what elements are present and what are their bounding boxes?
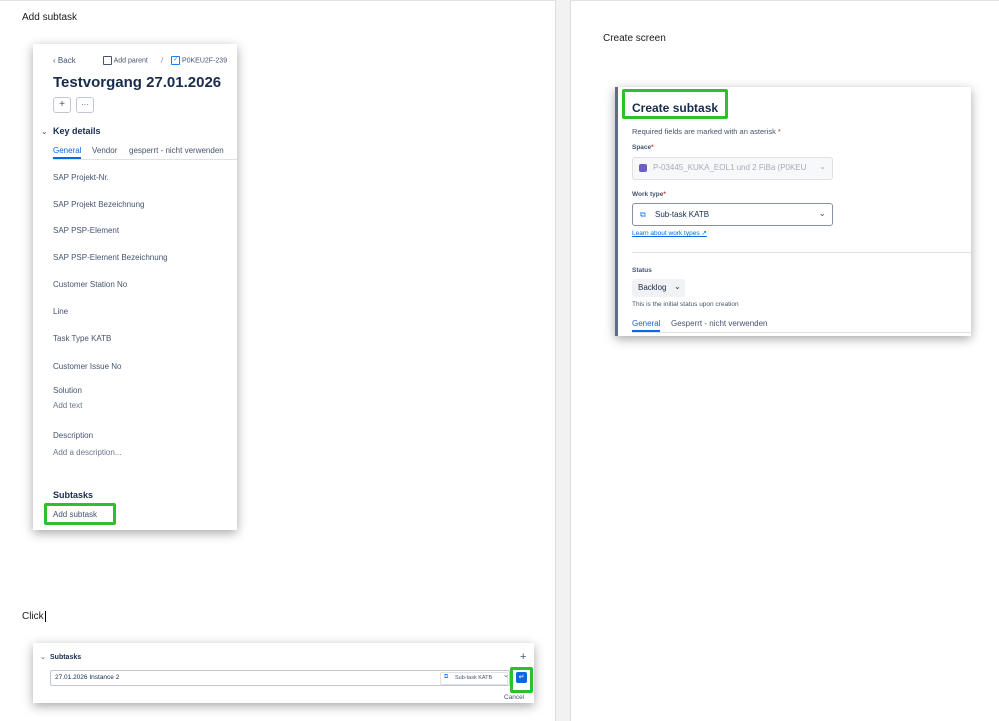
field-sap-projekt-bezeichnung[interactable]: SAP Projekt Bezeichnung — [53, 200, 144, 209]
add-subtask-icon[interactable]: + — [520, 651, 526, 663]
subtasks-heading: Subtasks — [50, 654, 82, 661]
inline-subtask-create: ⌄ Subtasks + 27.01.2026 Instance 2 ⧉ Sub… — [33, 643, 534, 703]
field-task-type-katb[interactable]: Task Type KATB — [53, 334, 111, 343]
description-label: Description — [53, 431, 94, 440]
status-label: Status — [632, 267, 652, 274]
space-avatar-icon — [639, 164, 647, 172]
add-button[interactable]: + — [53, 97, 71, 113]
tabs-divider — [53, 159, 237, 160]
field-sap-psp-element[interactable]: SAP PSP-Element — [53, 226, 119, 235]
chevron-down-icon: ⌄ — [818, 208, 826, 218]
back-button[interactable]: ‹ Back — [53, 56, 76, 65]
highlight-create-subtask — [622, 89, 728, 119]
caption-create-screen: Create screen — [603, 33, 666, 44]
more-button[interactable]: ··· — [76, 97, 94, 113]
key-details-heading[interactable]: Key details — [53, 126, 101, 136]
learn-work-types-link[interactable]: Learn about work types ↗ — [632, 229, 707, 237]
status-button[interactable]: Backlog ⌄ — [632, 279, 685, 297]
modal-left-edge — [615, 87, 618, 336]
checkbox-icon: ✓ — [171, 56, 180, 65]
space-select[interactable]: P-03445_KUKA_EOL1 und 2 FiBa (P0KEU ⌄ — [632, 157, 833, 180]
chevron-down-icon: ⌄ — [674, 282, 681, 291]
chevron-down-icon[interactable]: ⌄ — [40, 653, 46, 661]
solution-label: Solution — [53, 386, 82, 395]
tab-general[interactable]: General — [632, 319, 661, 332]
tab-gesperrt[interactable]: gesperrt - nicht verwenden — [129, 146, 224, 155]
tab-vendor[interactable]: Vendor — [92, 146, 117, 155]
issue-title[interactable]: Testvorgang 27.01.2026 — [53, 74, 221, 91]
subtask-icon: ⧉ — [444, 674, 449, 680]
highlight-add-subtask — [44, 503, 116, 525]
create-subtask-modal: Create subtask Required fields are marke… — [615, 87, 971, 336]
field-customer-station-no[interactable]: Customer Station No — [53, 280, 127, 289]
solution-input[interactable]: Add text — [53, 401, 82, 410]
tab-gesperrt[interactable]: Gesperrt - nicht verwenden — [671, 319, 768, 328]
issue-key-link[interactable]: ✓ P0KEU2F-239 — [171, 56, 227, 65]
chevron-down-icon: ⌄ — [819, 162, 826, 171]
add-parent-button[interactable]: Add parent — [103, 56, 148, 65]
caption-add-subtask: Add subtask — [22, 12, 78, 23]
tabs-divider — [632, 332, 971, 333]
subtasks-heading: Subtasks — [53, 490, 94, 500]
chevron-left-icon: ‹ — [53, 56, 56, 65]
cancel-button[interactable]: Cancel — [504, 694, 524, 701]
modal-divider — [632, 252, 971, 253]
tab-general[interactable]: General — [53, 146, 82, 159]
external-link-icon: ↗ — [701, 230, 707, 237]
space-label: Space* — [632, 144, 654, 151]
field-sap-psp-element-bezeichnung[interactable]: SAP PSP-Element Bezeichnung — [53, 253, 168, 262]
field-line[interactable]: Line — [53, 307, 68, 316]
required-note: Required fields are marked with an aster… — [632, 127, 781, 136]
work-type-select[interactable]: ⧉ Sub-task KATB ⌄ — [632, 203, 833, 226]
work-type-picker[interactable]: ⧉ Sub-task KATB — [440, 672, 508, 685]
breadcrumb-separator: / — [161, 56, 164, 65]
work-type-label: Work type* — [632, 191, 666, 198]
caption-click: Click — [22, 611, 46, 622]
status-hint: This is the initial status upon creation — [632, 301, 739, 308]
description-input[interactable]: Add a description... — [53, 448, 121, 457]
issue-panel: ‹ Back Add parent / ✓ P0KEU2F-239 Testvo… — [33, 44, 237, 530]
edit-icon — [103, 56, 112, 65]
field-customer-issue-no[interactable]: Customer Issue No — [53, 362, 121, 371]
field-sap-projekt-nr[interactable]: SAP Projekt-Nr. — [53, 173, 109, 182]
chevron-down-icon[interactable]: ⌄ — [41, 127, 48, 136]
subtask-icon: ⧉ — [640, 210, 646, 219]
top-border — [0, 0, 999, 1]
highlight-submit — [510, 667, 533, 693]
chevron-down-icon[interactable]: ⌄ — [503, 671, 509, 679]
column-divider — [555, 0, 571, 721]
